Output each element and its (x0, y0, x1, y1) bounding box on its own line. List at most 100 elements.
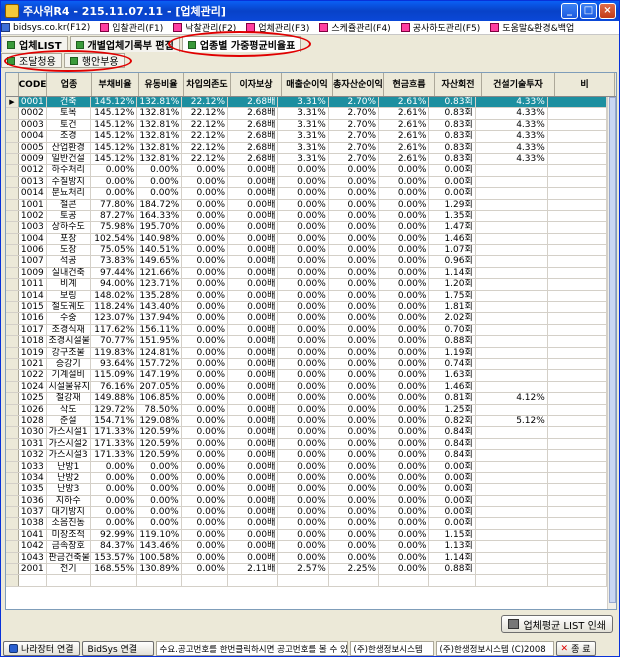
table-cell[interactable]: 금속창호 (47, 541, 91, 552)
table-cell[interactable] (476, 461, 548, 472)
table-cell[interactable]: 140.51% (137, 245, 182, 256)
table-cell[interactable]: 0.00% (379, 415, 430, 427)
table-cell[interactable]: 0.00% (329, 336, 380, 347)
table-cell[interactable]: 0.00% (329, 438, 380, 450)
table-cell[interactable]: 0.00% (379, 507, 430, 518)
table-cell[interactable]: 0.00% (379, 210, 430, 222)
table-cell[interactable]: 2.61% (379, 142, 430, 153)
table-cell[interactable]: 0.00% (278, 427, 329, 438)
table-cell[interactable]: 0.00% (379, 324, 430, 336)
table-cell[interactable]: 0.00% (182, 564, 229, 575)
table-cell[interactable]: 0.00% (278, 529, 329, 541)
table-cell[interactable] (476, 313, 548, 324)
table-row[interactable]: 1036 지하수 0.00% 0.00% 0.00% 0.00배 0.00% 0.00% 0.0… (6, 495, 607, 508)
table-cell[interactable]: 0014 (19, 188, 47, 199)
table-cell[interactable]: 삭도 (47, 404, 91, 415)
table-cell[interactable]: 1.20회 (429, 279, 476, 290)
table-cell[interactable]: 0.00% (329, 210, 380, 222)
table-cell[interactable]: 0.00% (182, 279, 229, 290)
table-cell[interactable]: 0.00% (278, 370, 329, 381)
table-cell[interactable]: 0.00% (329, 279, 380, 290)
table-cell[interactable]: 0.00% (182, 529, 229, 541)
table-cell[interactable]: 4.33% (475, 97, 548, 108)
table-cell[interactable]: 1001 (19, 199, 47, 210)
table-cell[interactable]: 5.12% (476, 415, 548, 427)
table-cell[interactable]: 75.05% (91, 245, 138, 256)
table-cell[interactable]: 상하수도 (47, 222, 91, 233)
table-cell[interactable]: 0.00% (182, 313, 229, 324)
table-cell[interactable] (228, 575, 279, 586)
table-cell[interactable]: 0.00% (329, 302, 380, 313)
table-cell[interactable]: 난방3 (47, 484, 91, 495)
table-cell[interactable]: 0.74회 (429, 358, 476, 370)
table-cell[interactable]: 92.99% (91, 529, 138, 541)
table-cell[interactable]: 0.00% (379, 233, 430, 245)
table-cell[interactable]: 0.00% (329, 324, 380, 336)
table-cell[interactable]: 철콘 (47, 199, 91, 210)
table-cell[interactable]: 137.94% (137, 313, 182, 324)
table-cell[interactable]: 판금건축물 (47, 552, 91, 564)
table-cell[interactable]: 준설 (47, 415, 91, 427)
table-row[interactable]: 1041 미장조적 92.99% 119.10% 0.00% 0.00배 0.00% 0.00… (6, 529, 607, 542)
table-cell[interactable]: 0.00% (91, 484, 138, 495)
table-cell[interactable]: 0.00% (329, 552, 380, 564)
table-cell[interactable]: 0.00% (182, 415, 229, 427)
table-cell[interactable]: 0.00% (278, 336, 329, 347)
table-cell[interactable]: 0.00% (278, 199, 329, 210)
table-cell[interactable]: 1022 (19, 370, 47, 381)
table-cell[interactable]: 0.00% (379, 290, 430, 302)
table-cell[interactable]: 4.33% (476, 142, 548, 153)
table-row[interactable]: 1031 가스시설2 171.33% 120.59% 0.00% 0.00배 0.00% 0.… (6, 438, 607, 451)
table-cell[interactable]: 76.16% (91, 381, 138, 393)
table-cell[interactable]: 0.00% (91, 472, 138, 484)
table-cell[interactable]: 0.00% (182, 461, 229, 472)
table-row[interactable]: 1001 철콘 77.80% 184.72% 0.00% 0.00배 0.00% 0.00% 0… (6, 199, 607, 211)
table-cell[interactable]: 0.00% (278, 552, 329, 564)
table-cell[interactable]: 0.00배 (228, 427, 279, 438)
table-cell[interactable]: 0.00% (182, 245, 229, 256)
table-cell[interactable]: 0.83회 (429, 119, 476, 131)
table-cell[interactable]: 0.00배 (228, 245, 279, 256)
table-cell[interactable]: 0.00% (329, 233, 380, 245)
table-cell[interactable]: 0.00% (278, 461, 329, 472)
table-cell[interactable]: 0.00% (278, 165, 329, 176)
table-cell[interactable]: 2.70% (329, 142, 380, 153)
table-cell[interactable]: 118.24% (91, 302, 138, 313)
table-cell[interactable] (476, 279, 548, 290)
table-row[interactable]: 1035 난방3 0.00% 0.00% 0.00% 0.00배 0.00% 0.00% 0.0… (6, 484, 607, 496)
table-cell[interactable]: 70.77% (91, 336, 138, 347)
table-cell[interactable]: 140.98% (137, 233, 182, 245)
table-cell[interactable]: 0013 (19, 176, 47, 188)
table-cell[interactable]: 강구조물 (47, 347, 91, 358)
table-cell[interactable]: 0.00배 (228, 495, 279, 507)
table-cell[interactable]: 120.59% (137, 450, 182, 461)
table-cell[interactable]: 철강재 (47, 393, 91, 404)
table-cell[interactable] (476, 552, 548, 564)
table-cell[interactable] (476, 290, 548, 302)
table-cell[interactable] (476, 188, 548, 199)
table-cell[interactable]: 147.19% (137, 370, 182, 381)
table-row[interactable] (6, 575, 607, 587)
table-cell[interactable] (476, 472, 548, 484)
table-cell[interactable]: 0.00% (278, 381, 329, 393)
table-row[interactable]: ▶ 0001 건축 145.12% 132.81% 22.12% 2.68배 3.31% 2.7… (6, 97, 607, 109)
column-header[interactable]: CODE (19, 73, 47, 96)
table-cell[interactable] (476, 404, 548, 415)
table-cell[interactable]: 0.00% (137, 484, 182, 495)
table-cell[interactable]: 0004 (19, 131, 47, 142)
column-header[interactable]: 유동비율 (139, 73, 184, 96)
table-cell[interactable]: 0.00% (329, 472, 380, 484)
table-cell[interactable]: 78.50% (137, 404, 182, 415)
table-cell[interactable]: 145.12% (91, 142, 138, 153)
column-header[interactable]: 이자보상 (231, 73, 282, 96)
table-cell[interactable]: 0.00% (329, 484, 380, 495)
table-cell[interactable]: 1011 (19, 279, 47, 290)
column-header[interactable]: 차입의존도 (184, 73, 231, 96)
table-cell[interactable]: 106.85% (137, 393, 182, 404)
table-cell[interactable]: 0.00% (379, 552, 430, 564)
table-cell[interactable]: 2.70% (329, 119, 380, 131)
table-cell[interactable]: 2.70% (329, 108, 380, 119)
table-cell[interactable]: 0.00% (278, 302, 329, 313)
table-cell[interactable] (137, 575, 182, 586)
table-cell[interactable]: 토목 (47, 108, 91, 119)
